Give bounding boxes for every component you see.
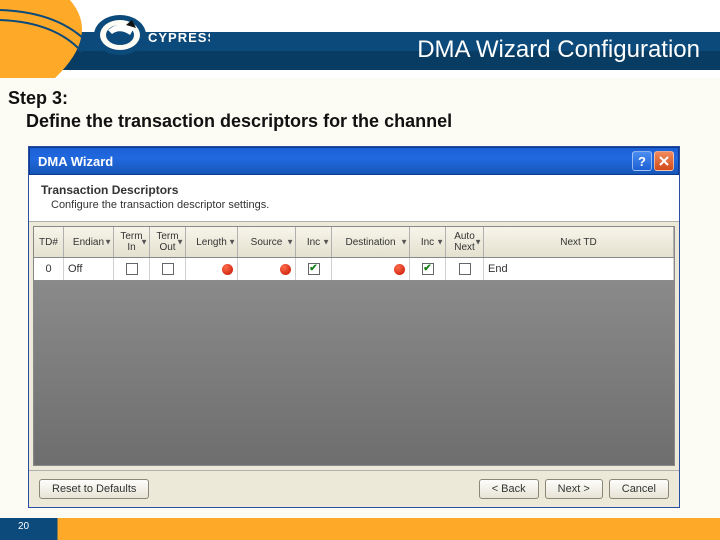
chevron-down-icon: ▼	[322, 238, 330, 247]
close-button[interactable]	[654, 151, 674, 171]
cell-length[interactable]	[186, 258, 238, 280]
col-term-in[interactable]: Term In▼	[114, 227, 150, 257]
banner-title: Transaction Descriptors	[41, 183, 667, 197]
close-icon	[659, 156, 669, 166]
cell-endian[interactable]: Off	[64, 258, 114, 280]
window-title: DMA Wizard	[38, 154, 632, 169]
chevron-down-icon: ▼	[104, 238, 112, 247]
col-length[interactable]: Length▼	[186, 227, 238, 257]
step-label: Step 3:	[8, 88, 68, 108]
col-td-num[interactable]: TD#	[34, 227, 64, 257]
help-button[interactable]: ?	[632, 151, 652, 171]
slide-title: DMA Wizard Configuration	[417, 36, 700, 64]
wizard-footer: Reset to Defaults < Back Next > Cancel	[29, 470, 679, 507]
chevron-down-icon: ▼	[140, 238, 148, 247]
cell-term-out[interactable]	[150, 258, 186, 280]
checkbox-unchecked[interactable]	[126, 263, 138, 275]
col-source[interactable]: Source▼	[238, 227, 296, 257]
footer-stripe	[0, 518, 720, 540]
table-row[interactable]: 0 Off ✔ ✔ End	[34, 258, 674, 280]
cell-next-td[interactable]: End	[484, 258, 674, 280]
banner-subtitle: Configure the transaction descriptor set…	[41, 197, 667, 211]
chevron-down-icon: ▼	[474, 238, 482, 247]
cypress-logo: CYPRESS	[90, 10, 210, 65]
cell-destination[interactable]	[332, 258, 410, 280]
page-number: 20	[12, 519, 35, 534]
warning-icon	[280, 264, 291, 275]
col-endian[interactable]: Endian▼	[64, 227, 114, 257]
titlebar[interactable]: DMA Wizard ?	[29, 147, 679, 175]
checkbox-checked[interactable]: ✔	[308, 263, 320, 275]
warning-icon	[222, 264, 233, 275]
chevron-down-icon: ▼	[228, 238, 236, 247]
cell-source[interactable]	[238, 258, 296, 280]
cell-inc-dst[interactable]: ✔	[410, 258, 446, 280]
wizard-window: DMA Wizard ? Transaction Descriptors Con…	[28, 146, 680, 508]
cell-auto-next[interactable]	[446, 258, 484, 280]
slide-header: CYPRESS DMA Wizard Configuration	[0, 0, 720, 78]
cell-td-num: 0	[34, 258, 64, 280]
step-text: Define the transaction descriptors for t…	[8, 109, 712, 132]
descriptor-grid: TD# Endian▼ Term In▼ Term Out▼ Length▼ S…	[33, 226, 675, 466]
chevron-down-icon: ▼	[436, 238, 444, 247]
cell-inc-src[interactable]: ✔	[296, 258, 332, 280]
col-inc-src[interactable]: Inc▼	[296, 227, 332, 257]
warning-icon	[394, 264, 405, 275]
checkbox-unchecked[interactable]	[459, 263, 471, 275]
chevron-down-icon: ▼	[176, 238, 184, 247]
cell-term-in[interactable]	[114, 258, 150, 280]
step-heading: Step 3: Define the transaction descripto…	[0, 78, 720, 138]
checkbox-checked[interactable]: ✔	[422, 263, 434, 275]
col-term-out[interactable]: Term Out▼	[150, 227, 186, 257]
chevron-down-icon: ▼	[286, 238, 294, 247]
next-button[interactable]: Next >	[545, 479, 603, 499]
svg-text:CYPRESS: CYPRESS	[148, 30, 210, 45]
col-next-td[interactable]: Next TD	[484, 227, 674, 257]
grid-header-row: TD# Endian▼ Term In▼ Term Out▼ Length▼ S…	[34, 227, 674, 258]
wizard-banner: Transaction Descriptors Configure the tr…	[29, 175, 679, 222]
grid-empty-area	[34, 280, 674, 465]
reset-defaults-button[interactable]: Reset to Defaults	[39, 479, 149, 499]
col-auto-next[interactable]: Auto Next▼	[446, 227, 484, 257]
back-button[interactable]: < Back	[479, 479, 539, 499]
col-destination[interactable]: Destination▼	[332, 227, 410, 257]
chevron-down-icon: ▼	[400, 238, 408, 247]
col-inc-dst[interactable]: Inc▼	[410, 227, 446, 257]
checkbox-unchecked[interactable]	[162, 263, 174, 275]
cancel-button[interactable]: Cancel	[609, 479, 669, 499]
